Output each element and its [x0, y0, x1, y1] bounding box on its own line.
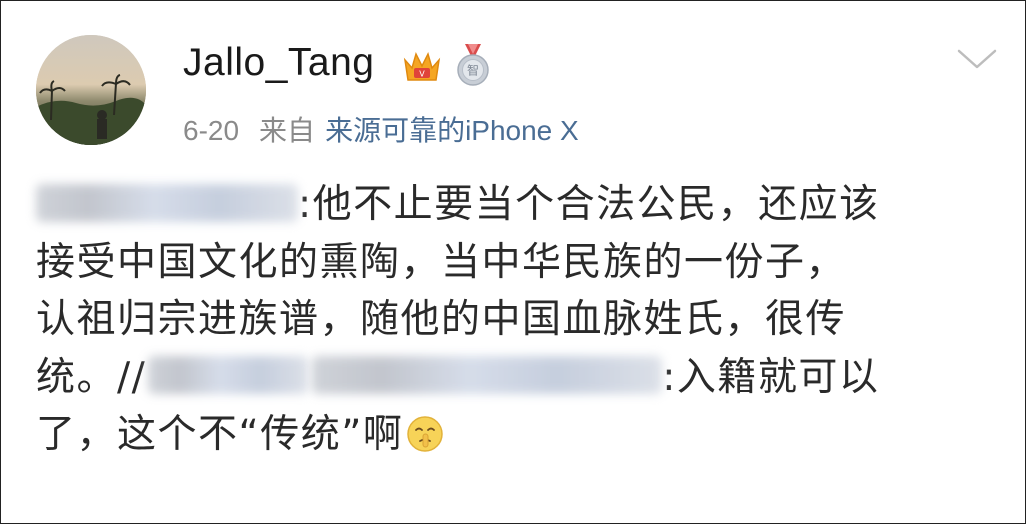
redacted-mention: [148, 356, 309, 394]
svg-text:智: 智: [467, 63, 479, 78]
redacted-mention: [312, 356, 663, 394]
content-line: 认祖归宗进族谱，随他的中国血脉姓氏，很传: [36, 297, 847, 342]
weibo-post-card: Jallo_Tang V 智 6-20 来自 来源可靠的iPhone X :他不止要…: [0, 0, 1026, 524]
content-text: :入籍就可以: [662, 354, 880, 400]
username[interactable]: Jallo_Tang: [183, 41, 374, 85]
avatar[interactable]: [36, 35, 146, 145]
content-line: 了，这个不“传统”啊: [36, 406, 996, 464]
post-content: :他不止要当个合法公民，还应该 接受中国文化的熏陶，当中华民族的一份子， 认祖归…: [36, 176, 996, 464]
source-link[interactable]: 来源可靠的iPhone X: [325, 115, 579, 146]
content-line: 统。// :入籍就可以: [36, 349, 996, 407]
post-date: 6-20: [183, 115, 240, 146]
from-label: 来自: [259, 115, 316, 146]
svg-text:V: V: [419, 70, 425, 79]
shh-emoji-icon: [405, 413, 445, 453]
content-text: 了，这个不“传统”啊: [36, 412, 404, 457]
content-text: :他不止要当个合法公民，还应该: [298, 182, 880, 227]
medal-badge-icon[interactable]: 智: [455, 42, 491, 88]
redacted-mention: [36, 183, 298, 222]
avatar-image: [36, 35, 146, 145]
content-text: 统。//: [36, 354, 147, 400]
chevron-down-icon[interactable]: [956, 47, 998, 73]
crown-badge-icon[interactable]: V: [402, 46, 442, 86]
post-meta: 6-20 来自 来源可靠的iPhone X: [183, 109, 579, 149]
content-line: 接受中国文化的熏陶，当中华民族的一份子，: [36, 239, 847, 285]
content-line: :他不止要当个合法公民，还应该: [36, 176, 996, 234]
